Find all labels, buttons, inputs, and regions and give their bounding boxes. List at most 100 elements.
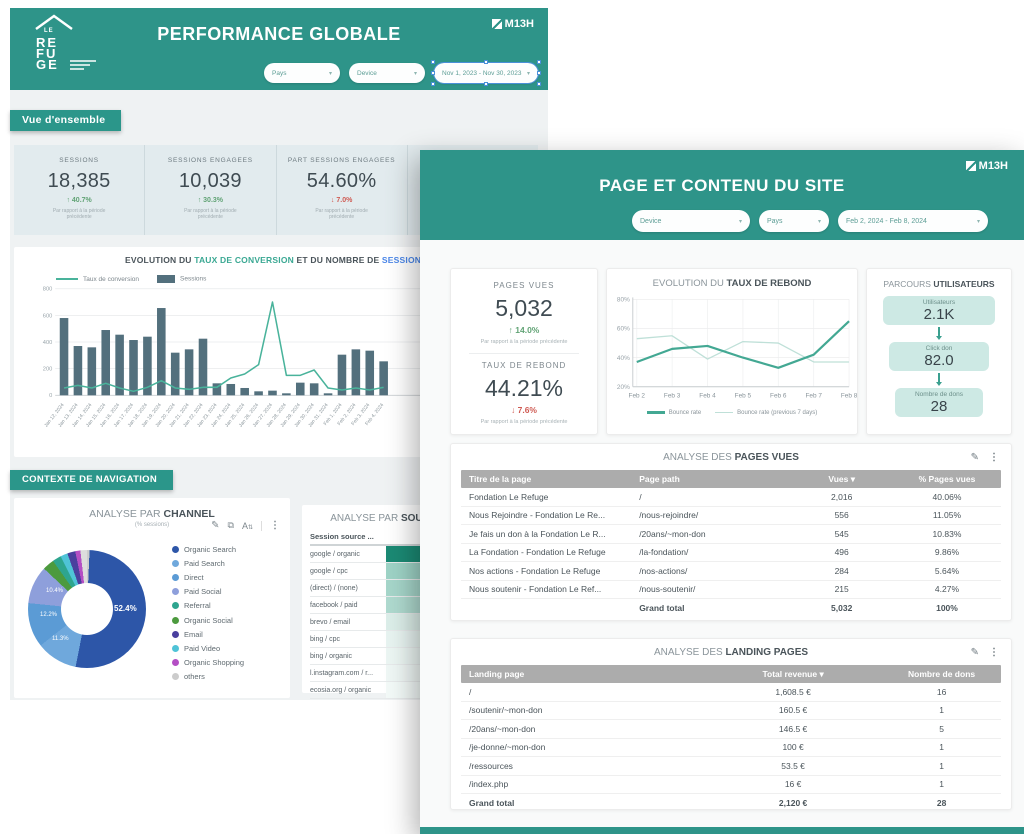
legend-sessions[interactable]: Sessions — [157, 275, 206, 283]
donut-slice-label: 11.3% — [52, 636, 69, 642]
legend-item-direct[interactable]: Direct — [172, 570, 244, 584]
col-page-path[interactable]: Page path — [639, 474, 790, 484]
funnel-step-nombre-de-dons[interactable]: Nombre de dons 28 — [895, 388, 983, 417]
cell-dons: 1 — [882, 779, 1001, 789]
kpi-part-sessions-engagees: PART SESSIONS ENGAGEES 54.60% ↓ 7.0% Par… — [276, 145, 407, 235]
bounce-chart-legend: Bounce rate Bounce rate (previous 7 days… — [607, 410, 857, 416]
landing-table-row[interactable]: /index.php 16 € 1 — [461, 776, 1001, 795]
kpi-delta: ↑ 14.0% — [451, 325, 597, 335]
landing-table-row[interactable]: /ressources 53.5 € 1 — [461, 757, 1001, 776]
edit-icon[interactable]: ✎ — [971, 452, 979, 463]
export-icon[interactable]: ⧉ — [228, 520, 234, 531]
filter-device[interactable]: Device▾ — [632, 210, 750, 232]
cell-vues: 2,016 — [790, 492, 893, 502]
col-vues[interactable]: Vues ▾ — [790, 474, 893, 485]
edit-icon[interactable]: ✎ — [971, 647, 979, 658]
selection-handle[interactable] — [431, 60, 435, 64]
landing-table-row[interactable]: /je-donne/~mon-don 100 € 1 — [461, 739, 1001, 758]
kpi-delta: ↑ 40.7% — [14, 197, 144, 204]
chevron-down-icon: ▾ — [977, 218, 980, 225]
svg-text:Feb 7: Feb 7 — [805, 393, 822, 400]
col-nombre-dons[interactable]: Nombre de dons — [882, 669, 1001, 679]
legend-item-paid-social[interactable]: Paid Social — [172, 585, 244, 599]
landing-table-grand-total: Grand total 2,120 € 28 — [461, 794, 1001, 813]
landing-table-row[interactable]: / 1,608.5 € 16 — [461, 683, 1001, 702]
svg-text:Feb 4: Feb 4 — [699, 393, 716, 400]
filter-pays[interactable]: Pays▾ — [264, 63, 340, 83]
cell-pct: 5.64% — [893, 566, 1001, 576]
kpi-delta: ↓ 7.0% — [277, 197, 407, 204]
filter-daterange[interactable]: Feb 2, 2024 - Feb 8, 2024▾ — [838, 210, 988, 232]
selection-handle[interactable] — [431, 71, 435, 75]
more-menu-icon[interactable]: ⋮ — [989, 452, 999, 463]
col-pct-pages-vues[interactable]: % Pages vues — [893, 474, 1001, 484]
pages-table-row[interactable]: Nous soutenir - Fondation Le Ref... /nou… — [461, 581, 1001, 600]
sort-icon[interactable]: A⇅ — [242, 521, 253, 531]
legend-item-organic-search[interactable]: Organic Search — [172, 542, 244, 556]
chevron-down-icon: ▾ — [818, 218, 821, 225]
col-landing-page[interactable]: Landing page — [461, 669, 704, 679]
funnel-step-utilisateurs[interactable]: Utilisateurs 2.1K — [883, 296, 995, 325]
funnel-step-value: 82.0 — [889, 352, 989, 369]
pages-table-row[interactable]: La Fondation - Fondation Le Refuge /la-f… — [461, 544, 1001, 563]
pages-table-row[interactable]: Nous Rejoindre - Fondation Le Re... /nou… — [461, 507, 1001, 526]
legend-bounce-rate[interactable]: Bounce rate — [647, 410, 701, 416]
legend-item-email[interactable]: Email — [172, 627, 244, 641]
legend-taux-conversion[interactable]: Taux de conversion — [56, 276, 139, 283]
logo-tagline — [70, 58, 96, 72]
chevron-down-icon: ▾ — [414, 70, 417, 77]
line-swatch — [647, 411, 665, 414]
selection-handle[interactable] — [537, 71, 541, 75]
pages-table-row[interactable]: Fondation Le Refuge / 2,016 40.06% — [461, 488, 1001, 507]
selection-handle[interactable] — [484, 60, 488, 64]
filter-daterange-selected[interactable]: Nov 1, 2023 - Nov 30, 2023▾ — [434, 63, 538, 83]
edit-icon[interactable]: ✎ — [211, 520, 219, 531]
filter-pays[interactable]: Pays▾ — [759, 210, 829, 232]
legend-item-paid-search[interactable]: Paid Search — [172, 556, 244, 570]
legend-dot — [172, 602, 179, 609]
svg-text:40%: 40% — [617, 355, 630, 362]
filter-device[interactable]: Device▾ — [349, 63, 425, 83]
funnel-step-value: 28 — [895, 398, 983, 415]
pages-table-row[interactable]: Nos actions - Fondation Le Refuge /nos-a… — [461, 562, 1001, 581]
total-vues: 5,032 — [790, 603, 893, 613]
source-cell: google / cpc — [310, 563, 386, 579]
bounce-chart-card[interactable]: EVOLUTION DU TAUX DE REBOND 20%40%60%80%… — [606, 268, 858, 435]
kpi-label: SESSIONS — [14, 157, 144, 164]
selection-handle[interactable] — [537, 82, 541, 86]
selection-handle[interactable] — [537, 60, 541, 64]
bounce-rate-chart[interactable]: 20%40%60%80%Feb 2Feb 3Feb 4Feb 5Feb 6Feb… — [607, 291, 857, 409]
selection-handle[interactable] — [484, 82, 488, 86]
channel-analysis-card[interactable]: ANALYSE PAR CHANNEL (% sessions) ✎ ⧉ A⇅ … — [14, 498, 290, 698]
cell-landing-page: /soutenir/~mon-don — [461, 705, 704, 715]
channel-donut-chart[interactable]: 52.4%10.4%12.2%11.3% — [28, 550, 146, 668]
legend-item-organic-social[interactable]: Organic Social — [172, 613, 244, 627]
cell-revenue: 160.5 € — [704, 705, 882, 715]
filter-daterange[interactable]: Nov 1, 2023 - Nov 30, 2023▾ — [434, 63, 538, 83]
legend-label: Paid Search — [184, 559, 225, 568]
legend-bounce-rate-previous[interactable]: Bounce rate (previous 7 days) — [715, 410, 817, 416]
col-titre-page[interactable]: Titre de la page — [461, 474, 639, 484]
funnel-step-click-don[interactable]: Click don 82.0 — [889, 342, 989, 371]
col-session-source[interactable]: Session source ... — [310, 532, 374, 541]
legend-dot — [172, 617, 179, 624]
legend-item-referral[interactable]: Referral — [172, 599, 244, 613]
line-swatch — [715, 412, 733, 414]
legend-item-organic-shopping[interactable]: Organic Shopping — [172, 656, 244, 670]
selection-handle[interactable] — [431, 82, 435, 86]
chevron-down-icon: ▾ — [739, 218, 742, 225]
landing-table-row[interactable]: /soutenir/~mon-don 160.5 € 1 — [461, 702, 1001, 721]
legend-item-paid-video[interactable]: Paid Video — [172, 641, 244, 655]
cell-vues: 496 — [790, 547, 893, 557]
legend-item-others[interactable]: others — [172, 670, 244, 684]
more-menu-icon[interactable]: ⋮ — [270, 520, 280, 531]
pages-table-row[interactable]: Je fais un don à la Fondation Le R... /2… — [461, 525, 1001, 544]
more-menu-icon[interactable]: ⋮ — [989, 647, 999, 658]
cell-pct: 10.83% — [893, 529, 1001, 539]
kpi-taux-de-rebond: TAUX DE REBOND 44.21% ↓ 7.6% Par rapport… — [451, 361, 597, 426]
user-journey-card: PARCOURS UTILISATEURS Utilisateurs 2.1K … — [866, 268, 1012, 435]
cell-dons: 16 — [882, 687, 1001, 697]
col-total-revenue[interactable]: Total revenue ▾ — [704, 669, 882, 680]
cell-titre: Nous Rejoindre - Fondation Le Re... — [461, 510, 639, 520]
landing-table-row[interactable]: /20ans/~mon-don 146.5 € 5 — [461, 720, 1001, 739]
